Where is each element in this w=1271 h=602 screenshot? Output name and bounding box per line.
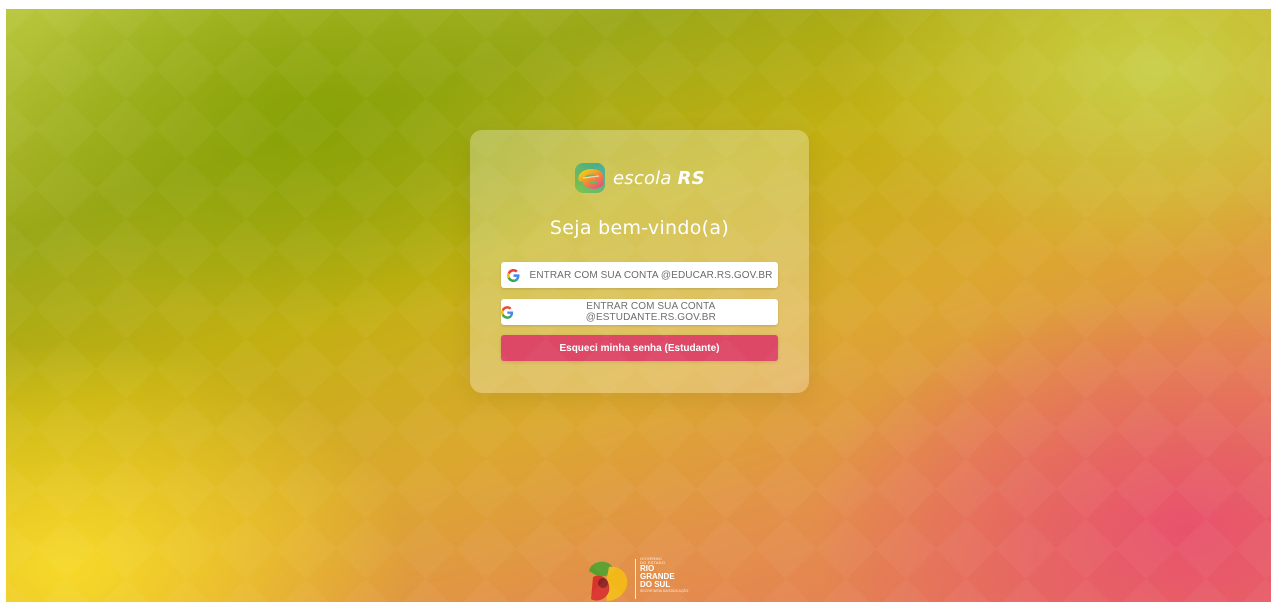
forgot-password-button[interactable]: Esqueci minha senha (Estudante) [501, 335, 778, 361]
google-educar-login-button[interactable]: ENTRAR COM SUA CONTA @EDUCAR.RS.GOV.BR [501, 262, 778, 288]
escola-rs-e-logo-icon [575, 163, 605, 193]
brand-prefix: escola [613, 167, 672, 189]
forgot-password-label: Esqueci minha senha (Estudante) [559, 342, 720, 354]
google-g-icon [501, 305, 514, 319]
gov-line-2: DO ESTADO [640, 560, 666, 565]
gov-rs-wordmark: GOVERNO DO ESTADO RIO GRANDE DO SUL SECR… [640, 557, 688, 594]
welcome-title: Seja bem-vindo(a) [549, 217, 730, 239]
gov-name-3: DO SUL [640, 580, 671, 589]
google-g-icon [506, 268, 520, 282]
google-estudante-login-button[interactable]: ENTRAR COM SUA CONTA @ESTUDANTE.RS.GOV.B… [501, 299, 778, 325]
brand-logo: escola RS [575, 160, 705, 196]
login-card: escola RS Seja bem-vindo(a) ENTRAR COM S… [470, 130, 809, 393]
brand-name: escola RS [613, 168, 705, 189]
brand-suffix: RS [677, 167, 705, 189]
google-estudante-login-label: ENTRAR COM SUA CONTA @ESTUDANTE.RS.GOV.B… [585, 301, 716, 323]
login-background: escola RS Seja bem-vindo(a) ENTRAR COM S… [6, 9, 1271, 602]
gov-department: SECRETARIA DA EDUCAÇÃO [640, 589, 689, 593]
gov-rs-footer-logo: GOVERNO DO ESTADO RIO GRANDE DO SUL SECR… [585, 557, 705, 602]
footer-divider [635, 559, 636, 599]
google-educar-login-label: ENTRAR COM SUA CONTA @EDUCAR.RS.GOV.BR [529, 269, 773, 281]
rs-government-emblem-icon [589, 561, 628, 601]
